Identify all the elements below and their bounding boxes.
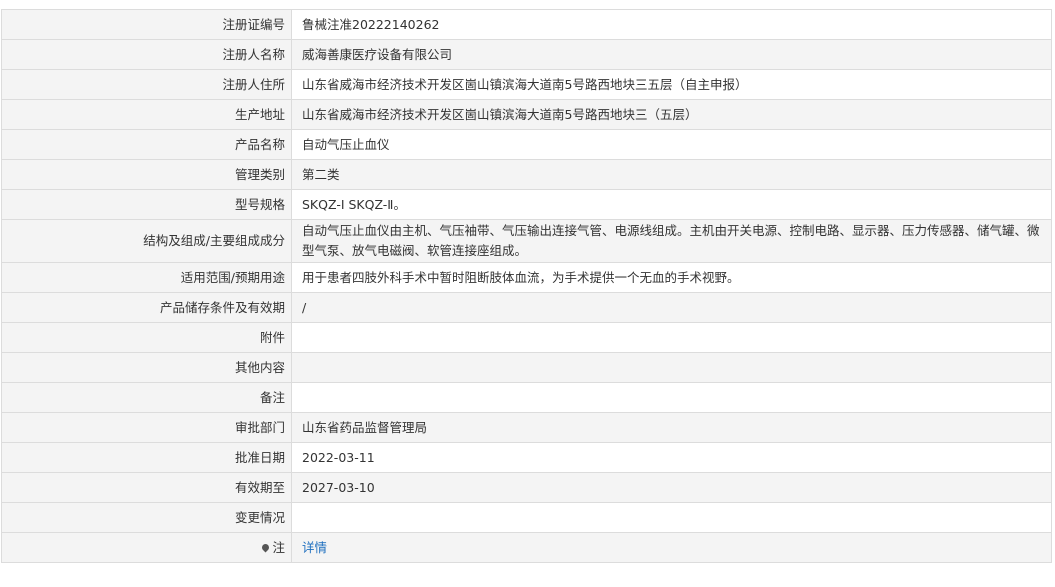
row-value: 山东省药品监督管理局 <box>291 412 1052 443</box>
row-label: 产品储存条件及有效期 <box>1 292 292 323</box>
table-row: 备注 <box>1 382 1052 413</box>
registration-record-table: 注册证编号 鲁械注准20222140262 注册人名称 威海善康医疗设备有限公司 注… <box>1 9 1052 563</box>
row-value: 自动气压止血仪由主机、气压袖带、气压输出连接气管、电源线组成。主机由开关电源、控… <box>291 219 1052 263</box>
row-label: 变更情况 <box>1 502 292 533</box>
table-row: 审批部门 山东省药品监督管理局 <box>1 412 1052 443</box>
details-link[interactable]: 详情 <box>302 540 327 555</box>
table-row: 型号规格 SKQZ-Ⅰ SKQZ-Ⅱ。 <box>1 189 1052 220</box>
table-row: 注册人住所 山东省威海市经济技术开发区崮山镇滨海大道南5号路西地块三五层（自主申报… <box>1 69 1052 100</box>
row-label: 适用范围/预期用途 <box>1 262 292 293</box>
row-value <box>291 322 1052 353</box>
row-value: 2022-03-11 <box>291 442 1052 473</box>
table-row: 注册人名称 威海善康医疗设备有限公司 <box>1 39 1052 70</box>
table-row: 批准日期 2022-03-11 <box>1 442 1052 473</box>
row-label: 生产地址 <box>1 99 292 130</box>
row-label: 产品名称 <box>1 129 292 160</box>
row-value: 山东省威海市经济技术开发区崮山镇滨海大道南5号路西地块三五层（自主申报） <box>291 69 1052 100</box>
row-value <box>291 352 1052 383</box>
row-value: SKQZ-Ⅰ SKQZ-Ⅱ。 <box>291 189 1052 220</box>
row-label: 结构及组成/主要组成成分 <box>1 219 292 263</box>
row-label: 批准日期 <box>1 442 292 473</box>
table-row: 产品储存条件及有效期 / <box>1 292 1052 323</box>
table-row: 附件 <box>1 322 1052 353</box>
table-row: 产品名称 自动气压止血仪 <box>1 129 1052 160</box>
row-value: 鲁械注准20222140262 <box>291 9 1052 40</box>
row-label: 其他内容 <box>1 352 292 383</box>
table-row: 结构及组成/主要组成成分 自动气压止血仪由主机、气压袖带、气压输出连接气管、电源线… <box>1 219 1052 263</box>
table-row: 生产地址 山东省威海市经济技术开发区崮山镇滨海大道南5号路西地块三（五层） <box>1 99 1052 130</box>
note-value-cell: 详情 <box>291 532 1052 563</box>
pin-icon <box>261 542 271 552</box>
row-value <box>291 382 1052 413</box>
row-value: 用于患者四肢外科手术中暂时阻断肢体血流，为手术提供一个无血的手术视野。 <box>291 262 1052 293</box>
table-row: 注册证编号 鲁械注准20222140262 <box>1 9 1052 40</box>
row-label: 注册人住所 <box>1 69 292 100</box>
row-label: 附件 <box>1 322 292 353</box>
row-value: 2027-03-10 <box>291 472 1052 503</box>
row-label: 注册证编号 <box>1 9 292 40</box>
table-row: 管理类别 第二类 <box>1 159 1052 190</box>
row-value <box>291 502 1052 533</box>
row-label: 审批部门 <box>1 412 292 443</box>
row-label: 型号规格 <box>1 189 292 220</box>
row-label: 备注 <box>1 382 292 413</box>
table-row: 适用范围/预期用途 用于患者四肢外科手术中暂时阻断肢体血流，为手术提供一个无血的手… <box>1 262 1052 293</box>
table-row: 其他内容 <box>1 352 1052 383</box>
row-value: 第二类 <box>291 159 1052 190</box>
row-label: 有效期至 <box>1 472 292 503</box>
note-row: 注 详情 <box>1 532 1052 563</box>
note-label: 注 <box>272 539 285 555</box>
row-value: 山东省威海市经济技术开发区崮山镇滨海大道南5号路西地块三（五层） <box>291 99 1052 130</box>
row-value: 自动气压止血仪 <box>291 129 1052 160</box>
note-label-cell: 注 <box>1 532 292 563</box>
table-row: 变更情况 <box>1 502 1052 533</box>
table-row: 有效期至 2027-03-10 <box>1 472 1052 503</box>
row-value: / <box>291 292 1052 323</box>
row-label: 注册人名称 <box>1 39 292 70</box>
row-label: 管理类别 <box>1 159 292 190</box>
row-value: 威海善康医疗设备有限公司 <box>291 39 1052 70</box>
